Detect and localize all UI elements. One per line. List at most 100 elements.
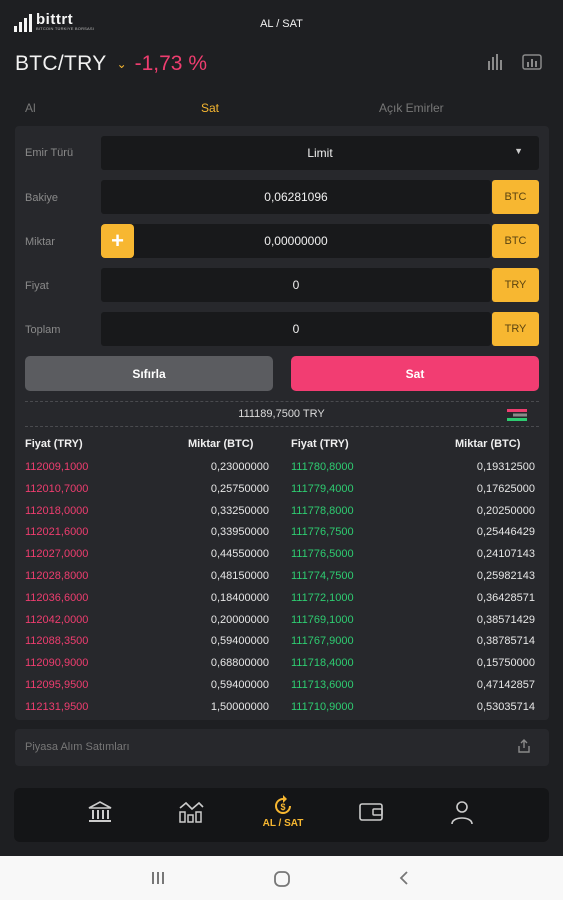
orderbook-row[interactable]: 112018,0000 0,33250000 111778,8000 0,202500… <box>25 501 539 523</box>
max-amount-button[interactable]: + <box>101 224 134 258</box>
price-input[interactable]: 0 <box>101 268 491 302</box>
ask-price: 111776,7500 <box>291 526 354 539</box>
nav-wallet[interactable] <box>351 800 391 836</box>
pair-selector[interactable]: BTC/TRY ⌄ -1,73 % <box>15 52 207 76</box>
total-input[interactable]: 0 <box>101 312 491 346</box>
bid-price: 112042,0000 <box>25 613 89 626</box>
ask-amount: 0,38785714 <box>476 635 535 648</box>
total-unit: TRY <box>492 312 539 346</box>
tab-sell[interactable]: Sat <box>201 101 219 115</box>
ask-price: 111780,8000 <box>291 461 354 473</box>
balance-value: 0,06281096 <box>264 190 328 204</box>
ask-price: 111767,9000 <box>291 635 354 648</box>
bid-price: 112088,3500 <box>25 635 89 648</box>
sell-button[interactable]: Sat <box>291 356 539 391</box>
user-icon <box>451 801 473 825</box>
orderbook-row[interactable]: 112090,9000 0,68800000 111718,4000 0,157500… <box>25 653 539 675</box>
ob-header-ask-amount: Miktar (BTC) <box>455 438 521 450</box>
recent-apps-icon[interactable] <box>150 870 166 886</box>
amount-value: 0,00000000 <box>264 234 328 248</box>
bid-amount: 0,59400000 <box>210 635 269 648</box>
bid-amount: 0,18400000 <box>210 591 269 604</box>
ask-price: 111779,4000 <box>291 482 354 495</box>
reset-button[interactable]: Sıfırla <box>25 356 273 391</box>
balance-field: 0,06281096 <box>101 180 491 214</box>
ask-amount: 0,25982143 <box>476 570 535 582</box>
nav-bank[interactable] <box>80 800 120 836</box>
amount-label: Miktar <box>25 236 55 248</box>
orderbook-row[interactable]: 112009,1000 0,23000000 111780,8000 0,193125… <box>25 457 539 479</box>
bid-price: 112036,6000 <box>25 591 89 604</box>
price-unit: TRY <box>492 268 539 302</box>
ask-amount: 0,17625000 <box>476 482 535 495</box>
nav-markets[interactable] <box>171 800 211 836</box>
orderbook-row[interactable]: 112021,6000 0,33950000 111776,7500 0,254464… <box>25 522 539 544</box>
bid-price: 112095,9500 <box>25 679 89 691</box>
orderbook-row[interactable]: 112042,0000 0,20000000 111769,1000 0,385714… <box>25 610 539 632</box>
nav-profile[interactable] <box>442 800 482 836</box>
market-trades-label: Piyasa Alım Satımları <box>25 741 130 753</box>
bid-amount: 0,33950000 <box>210 526 269 539</box>
ask-amount: 0,25446429 <box>476 526 535 539</box>
balance-unit: BTC <box>492 180 539 214</box>
orderbook-row[interactable]: 112131,9500 1,50000000 111710,9000 0,530357… <box>25 697 539 719</box>
ask-amount: 0,20250000 <box>476 504 535 517</box>
wallet-icon <box>359 803 383 821</box>
ask-price: 111769,1000 <box>291 613 354 626</box>
trade-cycle-icon: $ <box>275 795 291 814</box>
ask-amount: 0,47142857 <box>476 679 535 691</box>
ask-amount: 0,19312500 <box>476 461 535 473</box>
ask-amount: 0,24107143 <box>476 548 535 561</box>
pair-change: -1,73 % <box>134 52 207 75</box>
orderbook-row[interactable]: 112088,3500 0,59400000 111767,9000 0,387857… <box>25 631 539 653</box>
ask-price: 111718,4000 <box>291 657 354 670</box>
page-title: AL / SAT <box>260 18 303 30</box>
divider <box>25 401 539 402</box>
nav-trade-label: AL / SAT <box>262 818 304 829</box>
divider <box>25 426 539 427</box>
ask-price: 111778,8000 <box>291 504 354 517</box>
ask-amount: 0,36428571 <box>476 591 535 604</box>
ask-price: 111776,5000 <box>291 548 354 561</box>
ob-header-bid-amount: Miktar (BTC) <box>188 438 254 450</box>
bid-amount: 0,25750000 <box>210 482 269 495</box>
bank-icon <box>88 801 112 822</box>
bid-amount: 0,44550000 <box>210 548 269 561</box>
tab-open-orders[interactable]: Açık Emirler <box>379 101 444 115</box>
bid-price: 112009,1000 <box>25 461 89 473</box>
ask-amount: 0,15750000 <box>476 657 535 670</box>
order-type-label: Emir Türü <box>25 147 74 159</box>
orderbook-row[interactable]: 112010,7000 0,25750000 111779,4000 0,176250… <box>25 479 539 501</box>
balance-label: Bakiye <box>25 192 59 204</box>
orderbook-row[interactable]: 112095,9500 0,59400000 111713,6000 0,471428… <box>25 675 539 697</box>
tab-buy[interactable]: Al <box>25 101 36 115</box>
orderbook-row[interactable]: 112036,6000 0,18400000 111772,1000 0,364285… <box>25 588 539 610</box>
bid-amount: 0,48150000 <box>210 570 269 582</box>
back-icon[interactable] <box>398 870 410 886</box>
orderbook-row[interactable]: 112028,8000 0,48150000 111774,7500 0,259821… <box>25 566 539 588</box>
home-icon[interactable] <box>273 870 291 888</box>
amount-unit: BTC <box>492 224 539 258</box>
total-value: 0 <box>292 322 300 336</box>
last-price: 111189,7500 TRY <box>238 408 325 420</box>
price-label: Fiyat <box>25 280 49 292</box>
bid-amount: 0,23000000 <box>210 461 269 473</box>
candlestick-icon <box>179 801 204 823</box>
order-type-select[interactable]: Limit ▼ <box>101 136 539 170</box>
chart-screen-icon[interactable] <box>522 54 542 70</box>
orderbook-row[interactable]: 112027,0000 0,44550000 111776,5000 0,241071… <box>25 544 539 566</box>
ask-price: 111710,9000 <box>291 700 354 713</box>
ask-amount: 0,53035714 <box>476 700 535 713</box>
orderbook-toggle-icon[interactable] <box>507 408 527 422</box>
chevron-down-icon: ⌄ <box>116 57 127 71</box>
bid-amount: 0,20000000 <box>210 613 269 626</box>
bid-price: 112028,8000 <box>25 570 89 582</box>
svg-text:$: $ <box>280 802 285 812</box>
chart-bars-icon[interactable] <box>487 54 505 70</box>
nav-trade[interactable]: $ AL / SAT <box>261 795 305 831</box>
bid-amount: 1,50000000 <box>210 700 269 713</box>
ask-price: 111772,1000 <box>291 591 354 604</box>
total-label: Toplam <box>25 324 61 336</box>
share-icon[interactable] <box>517 739 531 753</box>
amount-input[interactable]: 0,00000000 <box>101 224 491 258</box>
